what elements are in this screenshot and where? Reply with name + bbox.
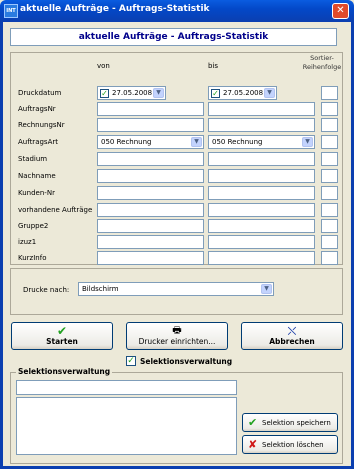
sort-kundennr[interactable] xyxy=(321,186,338,200)
label-vorhandene-auftraege: vorhandene Aufträge xyxy=(18,206,93,214)
gruppe2-to-input[interactable] xyxy=(208,219,315,233)
label-druckdatum: Druckdatum xyxy=(18,89,62,97)
auftragsart-from-value: 050 Rechnung xyxy=(101,138,152,146)
sort-druckdatum[interactable] xyxy=(321,86,338,100)
sort-stadium[interactable] xyxy=(321,152,338,166)
stadium-to-input[interactable] xyxy=(208,152,315,166)
label-auftragsnr: AuftragsNr xyxy=(18,105,56,113)
auftragsart-from-select[interactable]: 050 Rechnung ▼ xyxy=(97,135,204,149)
printer-setup-button[interactable]: 🖶 Drucker einrichten... xyxy=(126,322,228,350)
sort-vorhandene-auftraege[interactable] xyxy=(321,203,338,217)
label-auftragsart: AuftragsArt xyxy=(18,138,58,146)
stadium-from-input[interactable] xyxy=(97,152,204,166)
delete-selection-button[interactable]: ✘ Selektion löschen xyxy=(242,435,338,454)
printer-icon: 🖶 xyxy=(172,325,182,336)
form-header: aktuelle Aufträge - Auftrags-Statistik xyxy=(10,28,337,46)
save-selection-button[interactable]: ✔ Selektion speichern xyxy=(242,413,338,432)
chevron-down-icon[interactable]: ▼ xyxy=(153,88,164,98)
close-icon[interactable]: ✕ xyxy=(332,3,349,19)
sort-gruppe2[interactable] xyxy=(321,219,338,233)
label-gruppe2: Gruppe2 xyxy=(18,222,49,230)
kurzinfo-from-input[interactable] xyxy=(97,251,204,265)
selection-name-input[interactable] xyxy=(16,380,237,395)
selection-group-title: Selektionsverwaltung xyxy=(16,367,113,376)
kurzinfo-to-input[interactable] xyxy=(208,251,315,265)
green-check-icon: ✔ xyxy=(248,416,258,429)
nachname-to-input[interactable] xyxy=(208,169,315,183)
auftragsnr-from-input[interactable] xyxy=(97,102,204,116)
sort-kurzinfo[interactable] xyxy=(321,251,338,265)
print-target-select[interactable]: Bildschirm ▼ xyxy=(78,282,274,296)
label-kurzinfo: KurzInfo xyxy=(18,254,47,262)
sort-auftragsart[interactable] xyxy=(321,135,338,149)
druckdatum-to-value: 27.05.2008 xyxy=(223,89,264,97)
green-check-icon: ✔ xyxy=(56,324,68,338)
nachname-from-input[interactable] xyxy=(97,169,204,183)
kundennr-to-input[interactable] xyxy=(208,186,315,200)
chevron-down-icon[interactable]: ▼ xyxy=(261,284,272,294)
start-label: Starten xyxy=(46,337,78,346)
red-x-icon: ✘ xyxy=(248,438,258,451)
label-drucke-nach: Drucke nach: xyxy=(23,286,70,294)
label-izuz1: izuz1 xyxy=(18,238,37,246)
selection-list[interactable] xyxy=(16,397,237,455)
window-title: aktuelle Aufträge - Auftrags-Statistik xyxy=(20,4,210,14)
sort-header-line2: Reihenfolge xyxy=(302,63,342,71)
vorhandene-auftraege-to-input[interactable] xyxy=(208,203,315,217)
form-header-title: aktuelle Aufträge - Auftrags-Statistik xyxy=(78,32,269,42)
druckdatum-from-value: 27.05.2008 xyxy=(112,89,153,97)
rechnungsnr-to-input[interactable] xyxy=(208,118,315,132)
sort-auftragsnr[interactable] xyxy=(321,102,338,116)
sort-nachname[interactable] xyxy=(321,169,338,183)
selection-management-checkbox[interactable]: ✓ xyxy=(126,356,136,366)
druckdatum-to-picker[interactable]: ✓ 27.05.2008 ▼ xyxy=(208,86,277,100)
app-icon: INT xyxy=(4,4,18,18)
column-header-sort: Sortier- Reihenfolge xyxy=(300,54,344,72)
printer-setup-label: Drucker einrichten... xyxy=(138,337,216,346)
rechnungsnr-from-input[interactable] xyxy=(97,118,204,132)
start-button[interactable]: ✔ Starten xyxy=(11,322,113,350)
save-selection-label: Selektion speichern xyxy=(262,419,331,427)
print-target-value: Bildschirm xyxy=(82,285,119,293)
label-stadium: Stadium xyxy=(18,155,48,163)
title-bar[interactable]: INT aktuelle Aufträge - Auftrags-Statist… xyxy=(0,0,354,22)
exit-door-icon: ⛌ xyxy=(287,324,297,338)
chevron-down-icon[interactable]: ▼ xyxy=(191,137,202,147)
chevron-down-icon[interactable]: ▼ xyxy=(264,88,275,98)
druckdatum-to-checkbox[interactable]: ✓ xyxy=(211,89,220,98)
gruppe2-from-input[interactable] xyxy=(97,219,204,233)
label-kundennr: Kunden-Nr xyxy=(18,189,55,197)
sort-rechnungsnr[interactable] xyxy=(321,118,338,132)
auftragsart-to-select[interactable]: 050 Rechnung ▼ xyxy=(208,135,315,149)
cancel-label: Abbrechen xyxy=(269,337,315,346)
auftragsnr-to-input[interactable] xyxy=(208,102,315,116)
delete-selection-label: Selektion löschen xyxy=(262,441,324,449)
auftragsart-to-value: 050 Rechnung xyxy=(212,138,263,146)
kundennr-from-input[interactable] xyxy=(97,186,204,200)
label-nachname: Nachname xyxy=(18,172,56,180)
sort-header-line1: Sortier- xyxy=(310,54,334,62)
label-rechnungsnr: RechnungsNr xyxy=(18,121,65,129)
izuz1-from-input[interactable] xyxy=(97,235,204,249)
vorhandene-auftraege-from-input[interactable] xyxy=(97,203,204,217)
cancel-button[interactable]: ⛌ Abbrechen xyxy=(241,322,343,350)
column-header-from: von xyxy=(97,62,110,70)
column-header-to: bis xyxy=(208,62,219,70)
druckdatum-from-checkbox[interactable]: ✓ xyxy=(100,89,109,98)
izuz1-to-input[interactable] xyxy=(208,235,315,249)
druckdatum-from-picker[interactable]: ✓ 27.05.2008 ▼ xyxy=(97,86,166,100)
selection-management-label: Selektionsverwaltung xyxy=(140,357,233,366)
chevron-down-icon[interactable]: ▼ xyxy=(302,137,313,147)
sort-izuz1[interactable] xyxy=(321,235,338,249)
